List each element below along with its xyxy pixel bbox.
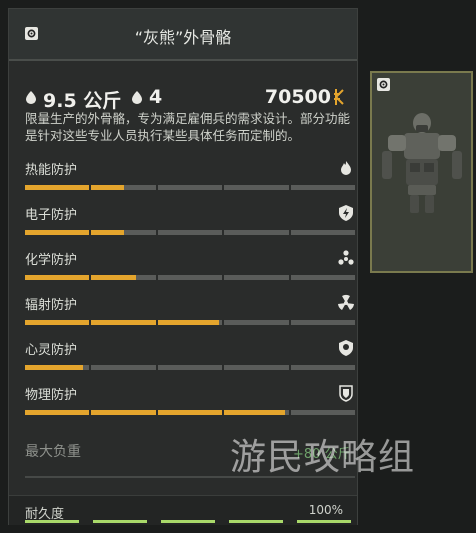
exoskeleton-armor-icon [382,113,462,213]
resistance-bar-segment [290,230,356,235]
radiation-icon [338,294,354,310]
resistance-bar-segment [157,320,223,325]
resistance-bar-segment [290,320,356,325]
chemical-icon [338,250,354,265]
flame-icon [341,161,351,175]
resistance-bar-segment [91,185,156,190]
resistance-bar-fill [25,275,90,280]
resistance-bar-segment [25,365,90,370]
resistance-bar-fill [157,320,219,325]
resistance-bar-fill [25,185,90,190]
resistance-label: 物理防护 [25,388,78,403]
durability-segment [25,520,79,523]
weight-icon [26,91,36,104]
price-value: 70500 [264,86,331,108]
resistance-bar-segment [25,410,90,415]
resistance-bar-fill [91,320,156,325]
durability-footer: 耐久度 100% [9,495,357,525]
resistance-bar-segment [25,275,90,280]
durability-value: 100% [308,503,343,517]
resistance-bar-fill [157,410,223,415]
resistance-bar-segment [157,230,223,235]
durability-segment [229,520,283,523]
resistance-bar-segment [91,320,156,325]
resistance-row: 心灵防护 [25,339,356,379]
watermark: 游民攻略组 [230,437,416,478]
resistance-bar-segment [224,365,289,370]
resistance-bar-segment [290,410,356,415]
resistance-bar-segment [25,320,90,325]
resistance-bar-segment [224,275,289,280]
resistance-bar-fill [91,230,124,235]
resistance-bar-segment [224,185,289,190]
currency-icon [334,89,344,105]
item-stats-row: 9.5 公斤 4 70500 [25,86,345,112]
resistance-bar-segment [91,230,156,235]
resistance-bar [25,275,356,280]
item-description: 限量生产的外骨骼，专为满足雇佣兵的需求设计。部分功能是针对这些专业人员执行某些具… [25,111,351,143]
resistance-bar-segment [157,410,223,415]
resistance-label: 心灵防护 [25,343,78,358]
carry-weight-label: 最大负重 [25,444,81,460]
resistance-label: 电子防护 [25,208,78,223]
resistance-bar-segment [25,185,90,190]
thumbnail-gear-icon[interactable] [377,78,390,91]
resistance-bar [25,410,356,415]
resistance-bar-fill [25,410,90,415]
resistance-bar-segment [290,275,356,280]
slots-icon [132,91,142,104]
resistance-bar-segment [25,230,90,235]
durability-bar [25,520,351,523]
resistance-bar [25,185,356,190]
resistance-bar-segment [224,230,289,235]
durability-segment [93,520,147,523]
resistance-bar-fill [91,275,137,280]
resistance-bar-fill [25,230,90,235]
resistance-row: 化学防护 [25,249,356,289]
resistance-bar-fill [91,185,124,190]
resistance-label: 辐射防护 [25,298,78,313]
resistance-bar-segment [91,365,156,370]
resistance-row: 辐射防护 [25,294,356,334]
resistance-bar-segment [91,275,156,280]
item-header: “灰熊”外骨骼 [9,9,357,61]
durability-segment [161,520,215,523]
physical-shield-icon [339,385,353,402]
resistance-label: 热能防护 [25,163,78,178]
resistance-row: 热能防护 [25,159,356,199]
resistance-bar-fill [91,410,156,415]
psy-shield-icon [339,340,353,356]
item-title: “灰熊”外骨骼 [134,28,232,47]
resistance-row: 电子防护 [25,204,356,244]
slots-value: 4 [149,86,163,108]
resistance-row: 物理防护 [25,384,356,424]
durability-segment [297,520,351,523]
resistance-bar-fill [25,365,83,370]
resistance-bar [25,230,356,235]
electric-shield-icon [339,205,353,221]
resistance-bar-fill [25,320,90,325]
resistance-bar-segment [91,410,156,415]
item-thumbnail[interactable] [370,71,473,273]
resistance-bar-segment [224,410,289,415]
resistance-bar-segment [157,185,223,190]
resistance-bar [25,320,356,325]
resistance-bar-segment [290,365,356,370]
resistance-bar-segment [157,275,223,280]
resistance-bar-fill [224,410,286,415]
resistance-bar-segment [224,320,289,325]
resistance-bar-segment [290,185,356,190]
resistance-bar-segment [157,365,223,370]
weight-value: 9.5 公斤 [43,90,122,112]
resistance-bar [25,365,356,370]
resistance-label: 化学防护 [25,253,78,268]
